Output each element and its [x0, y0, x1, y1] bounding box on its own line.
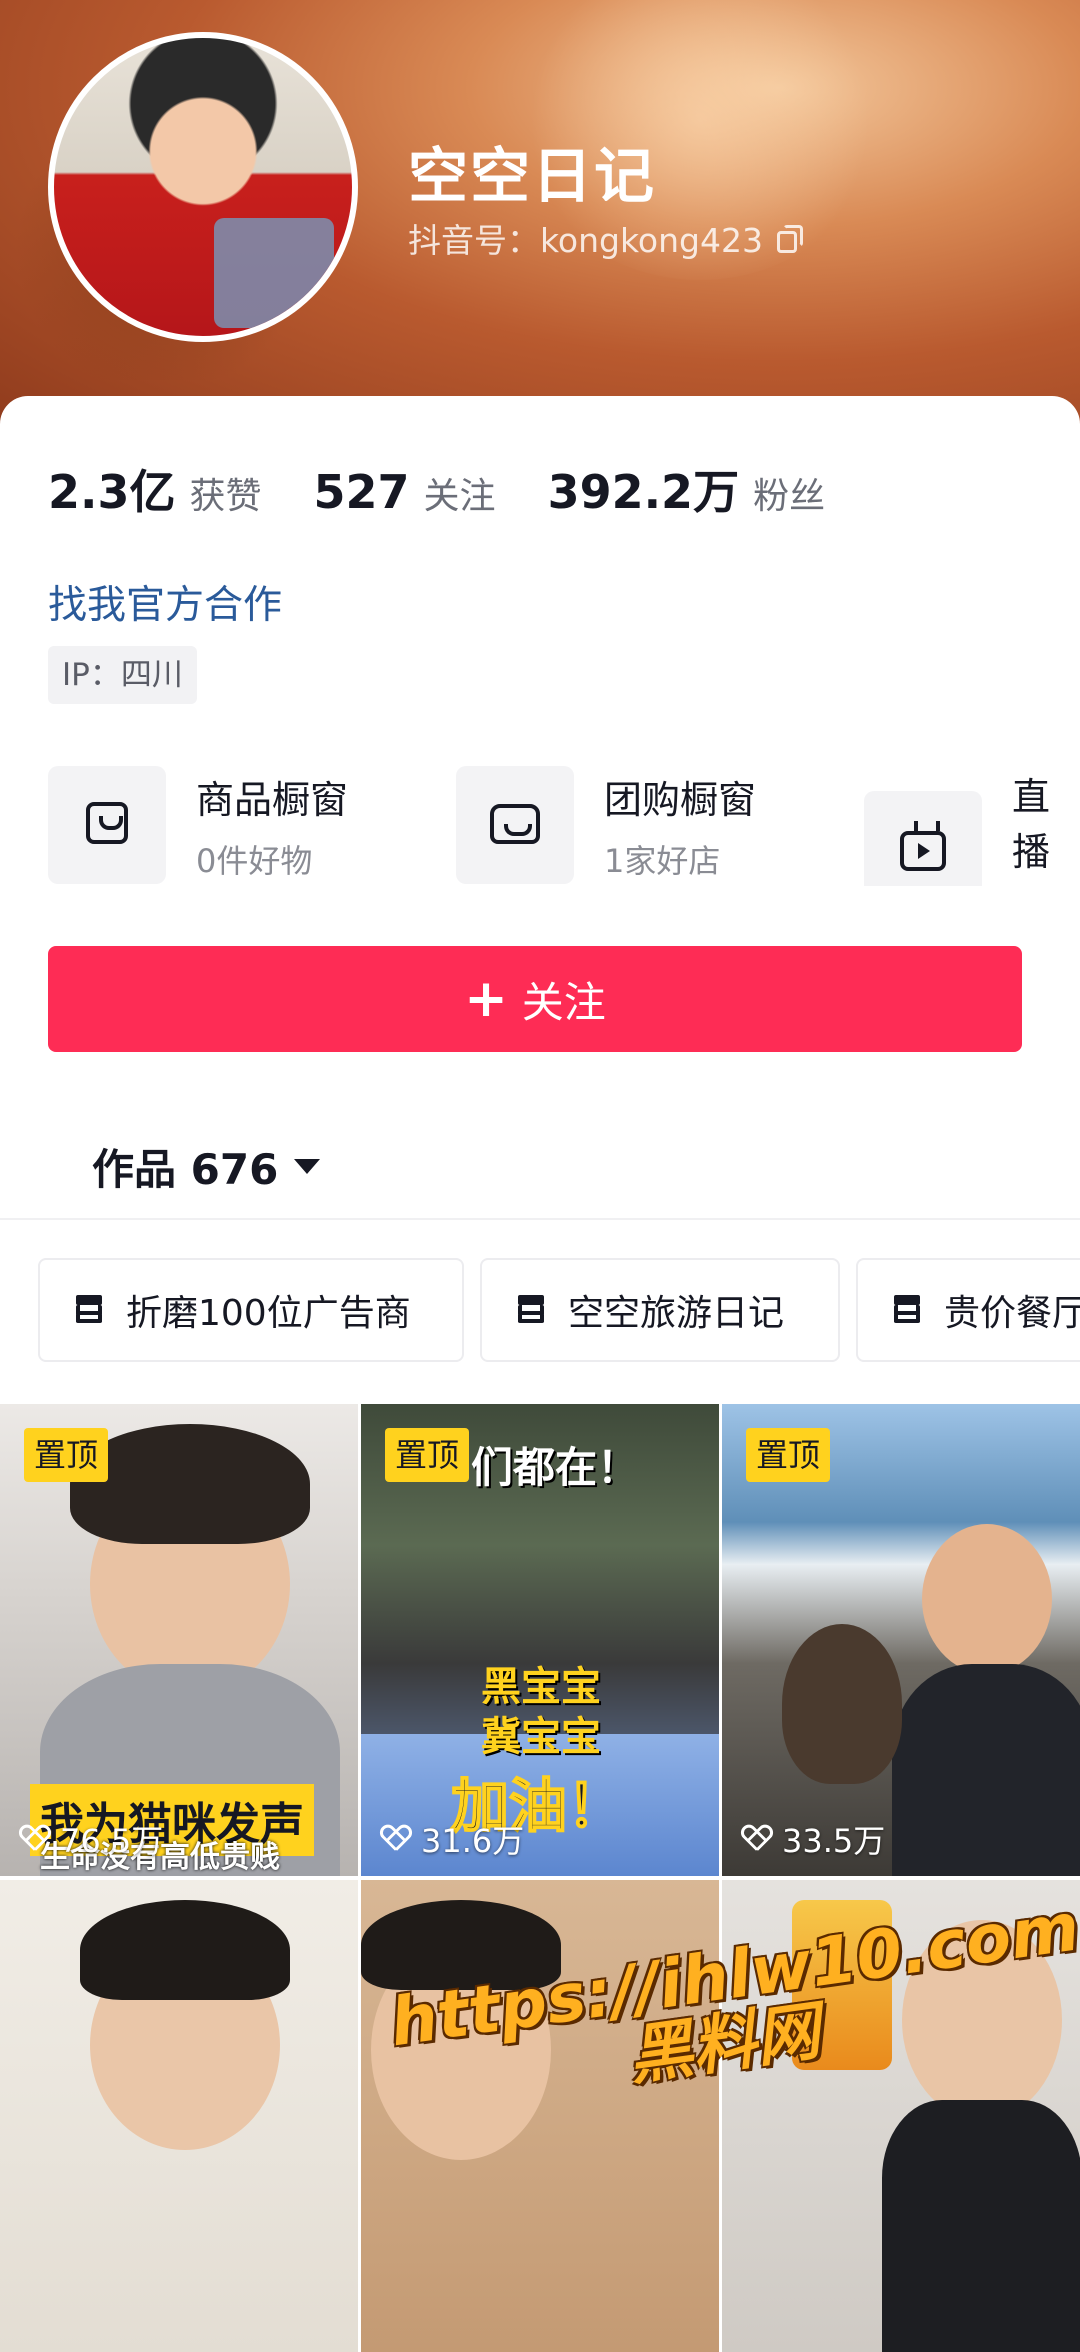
stats-row: 2.3亿 获赞 527 关注 392.2万 粉丝 [48, 456, 877, 522]
likes-count: 31.6万 [381, 1816, 524, 1862]
collection-chip[interactable]: 空空旅游日记 [480, 1258, 840, 1362]
collection-chip[interactable]: 折磨100位广告商 [38, 1258, 464, 1362]
pinned-badge: 置顶 [385, 1428, 470, 1482]
thumbnail-detail [882, 2100, 1080, 2352]
likes-value: 33.5万 [782, 1822, 886, 1860]
video-caption-mid: 冀宝宝 [481, 1714, 601, 1760]
pinned-badge: 置顶 [746, 1428, 831, 1482]
stat-value: 392.2万 [547, 465, 740, 519]
douyin-id-text: 抖音号：kongkong423 [408, 221, 763, 260]
plus-icon: + [464, 969, 508, 1029]
douyin-id-row[interactable]: 抖音号：kongkong423 [408, 214, 803, 262]
tv-play-icon [900, 831, 946, 871]
likes-count: 33.5万 [742, 1816, 885, 1862]
ip-location-badge: IP：四川 [48, 646, 197, 704]
collection-label: 贵价餐厅 [944, 1293, 1080, 1334]
heart-icon [742, 1825, 772, 1853]
shop-entry-live[interactable]: 直播 查看 [864, 766, 1080, 886]
shop-entry-group-buy[interactable]: 团购橱窗 1家好店 [456, 766, 756, 884]
pinned-badge: 置顶 [24, 1428, 109, 1482]
stat-label: 关注 [423, 476, 496, 517]
shop-icon-box [48, 766, 166, 884]
stat-following[interactable]: 527 关注 [314, 465, 496, 519]
thumbnail-detail [892, 1664, 1080, 1876]
stat-value: 2.3亿 [48, 465, 176, 519]
heart-icon [20, 1825, 50, 1853]
thumbnail-subject [922, 1524, 1052, 1674]
avatar[interactable] [48, 32, 358, 342]
layers-icon [74, 1295, 108, 1325]
shop-subtitle: 1家好店 [604, 841, 721, 880]
video-tile[interactable]: 置顶 们都在！ 黑宝宝 冀宝宝 加油！ 31.6万 [361, 1404, 719, 1876]
shop-subtitle: 0件好物 [196, 841, 313, 880]
thumbnail-detail [782, 1624, 902, 1784]
video-tile[interactable]: 置顶 33.5万 [722, 1404, 1080, 1876]
video-tile[interactable] [0, 1880, 358, 2352]
collection-label: 空空旅游日记 [568, 1293, 785, 1334]
stat-label: 获赞 [189, 476, 262, 517]
stat-value: 527 [313, 465, 410, 519]
shop-title: 团购橱窗 [604, 777, 757, 822]
heart-icon [381, 1825, 411, 1853]
shop-title: 商品橱窗 [196, 777, 349, 822]
likes-count: 76.5万 [20, 1816, 163, 1862]
official-collab-link[interactable]: 找我官方合作 [48, 574, 282, 630]
stat-label: 粉丝 [753, 476, 826, 517]
shop-icon-box [456, 766, 574, 884]
likes-value: 76.5万 [60, 1822, 164, 1860]
stat-likes[interactable]: 2.3亿 获赞 [48, 456, 262, 522]
layers-icon [892, 1295, 926, 1325]
video-caption-top: 们都在！ [471, 1443, 640, 1492]
caret-down-icon [294, 1159, 321, 1174]
collection-chip[interactable]: 贵价餐厅 [856, 1258, 1080, 1362]
layers-icon [516, 1295, 550, 1325]
video-tile[interactable]: 置顶 我为猫咪发声 生命没有高低贵贱 76.5万 [0, 1404, 358, 1876]
divider [0, 1218, 1080, 1220]
likes-value: 31.6万 [421, 1822, 525, 1860]
follow-button[interactable]: + 关注 [48, 946, 1022, 1052]
store-icon [490, 804, 540, 844]
avatar-detail [214, 218, 334, 328]
shop-icon-box [864, 791, 982, 886]
profile-card: 2.3亿 获赞 527 关注 392.2万 粉丝 找我官方合作 IP：四川 商品… [0, 396, 1080, 2352]
tab-works[interactable]: 作品 676 [92, 1136, 321, 1197]
collection-label: 折磨100位广告商 [126, 1293, 411, 1334]
works-tab-label: 作品 676 [92, 1145, 279, 1194]
copy-icon[interactable] [776, 225, 803, 253]
shop-entry-products[interactable]: 商品橱窗 0件好物 [48, 766, 348, 884]
profile-nickname: 空空日记 [408, 142, 656, 212]
thumbnail-detail [80, 1900, 290, 2000]
shop-entries: 商品橱窗 0件好物 团购橱窗 1家好店 直播 查看 [48, 766, 1080, 886]
collection-chips: 折磨100位广告商 空空旅游日记 贵价餐厅 [38, 1258, 1080, 1366]
shop-title: 直播 [1012, 775, 1051, 874]
shopping-bag-icon [86, 802, 128, 844]
stat-followers[interactable]: 392.2万 粉丝 [548, 456, 826, 522]
follow-label: 关注 [521, 977, 606, 1027]
